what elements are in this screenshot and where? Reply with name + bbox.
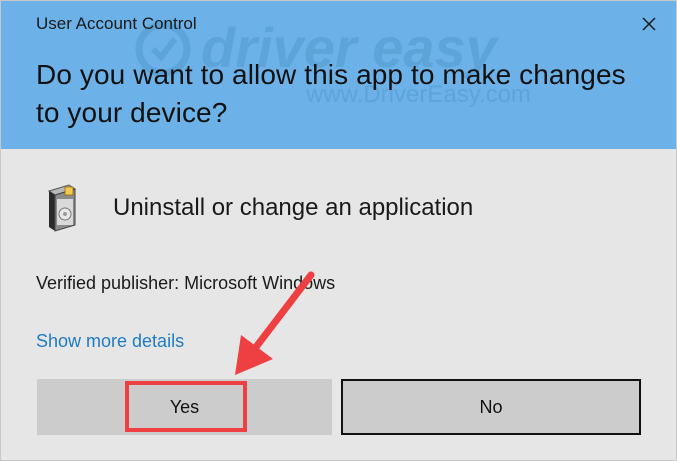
window-title: User Account Control <box>36 14 197 33</box>
app-name: Uninstall or change an application <box>113 194 474 221</box>
no-button[interactable]: No <box>341 379 641 435</box>
app-info-row: Uninstall or change an application <box>39 181 639 237</box>
verified-publisher: Verified publisher: Microsoft Windows <box>36 273 336 293</box>
software-box-icon <box>47 184 77 232</box>
uac-dialog: driver easy www.DriverEasy.com User Acco… <box>0 0 677 461</box>
yes-button[interactable]: Yes <box>37 379 332 435</box>
dialog-header: driver easy www.DriverEasy.com User Acco… <box>1 1 676 149</box>
close-button[interactable] <box>636 11 662 37</box>
close-icon <box>642 17 656 31</box>
permission-question: Do you want to allow this app to make ch… <box>36 59 626 128</box>
show-more-details-link[interactable]: Show more details <box>36 331 184 352</box>
